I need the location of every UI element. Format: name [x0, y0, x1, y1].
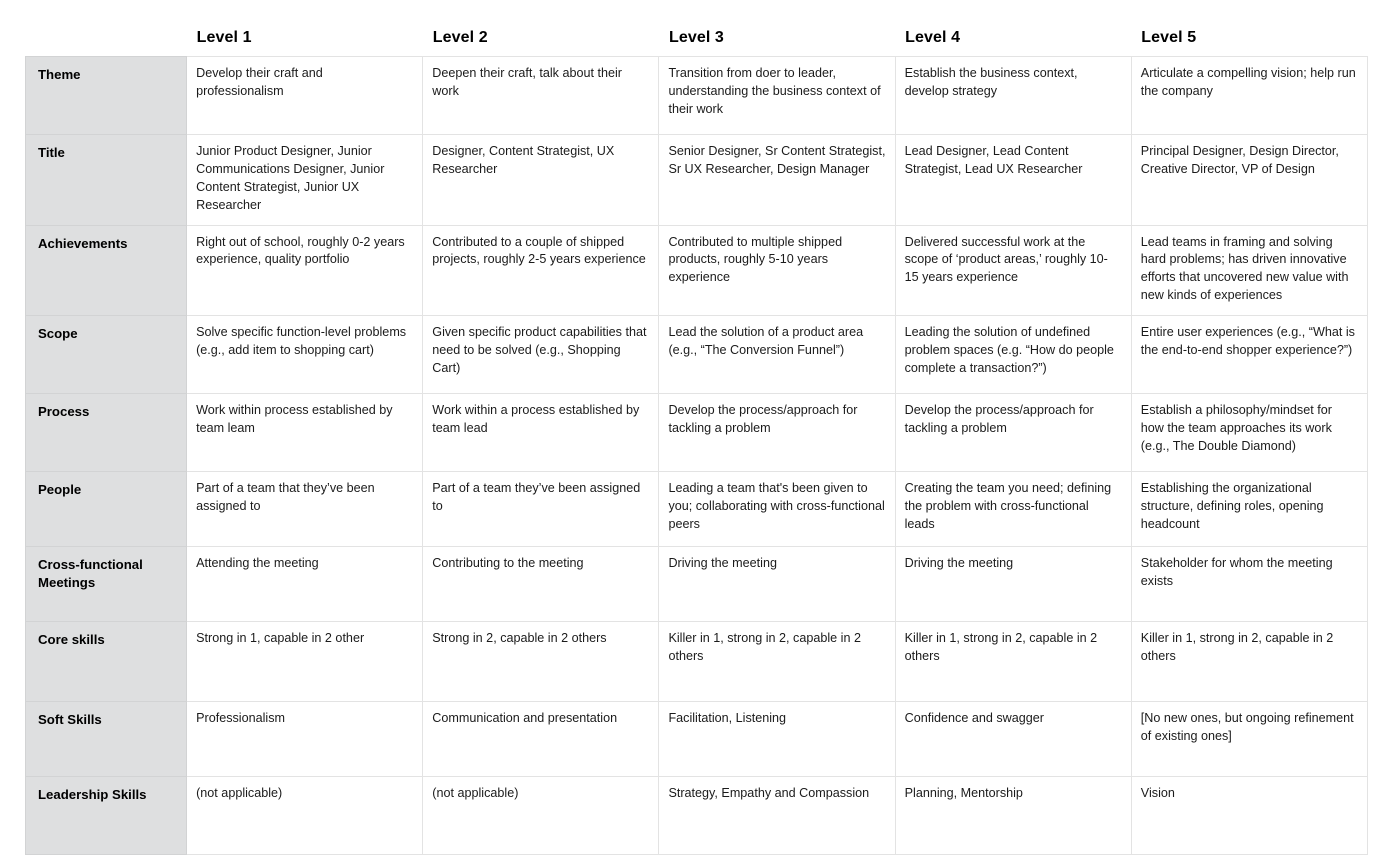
row-label-achievements: Achievements [24, 224, 188, 316]
cell-process-level-2: Work within a process established by tea… [422, 393, 660, 472]
cell-achievements-level-3: Contributed to multiple shipped products… [658, 224, 896, 316]
cell-soft-skills-level-5: [No new ones, but ongoing refinement of … [1130, 701, 1369, 777]
cell-theme-level-5: Articulate a compelling vision; help run… [1130, 56, 1369, 135]
cell-theme-level-2: Deepen their craft, talk about their wor… [422, 56, 660, 135]
cell-soft-skills-level-4: Confidence and swagger [894, 701, 1132, 777]
career-matrix-sheet: Level 1 Level 2 Level 3 Level 4 Level 5 … [24, 0, 1369, 855]
cell-people-level-1: Part of a team that they’ve been assigne… [186, 471, 424, 547]
cell-core-skills-level-4: Killer in 1, strong in 2, capable in 2 o… [894, 621, 1132, 702]
cell-leadership-skills-level-5: Vision [1130, 776, 1369, 855]
cell-title-level-2: Designer, Content Strategist, UX Researc… [422, 134, 660, 226]
column-header-level-1: Level 1 [186, 0, 423, 57]
row-label-title: Title [24, 134, 188, 226]
cell-meetings-level-3: Driving the meeting [658, 546, 896, 622]
cell-meetings-level-5: Stakeholder for whom the meeting exists [1130, 546, 1369, 622]
row-label-leadership-skills: Leadership Skills [24, 776, 188, 855]
cell-soft-skills-level-3: Facilitation, Listening [658, 701, 896, 777]
cell-people-level-2: Part of a team they’ve been assigned to [422, 471, 660, 547]
cell-achievements-level-5: Lead teams in framing and solving hard p… [1130, 224, 1369, 316]
cell-people-level-3: Leading a team that's been given to you;… [658, 471, 896, 547]
cell-process-level-3: Develop the process/approach for tacklin… [658, 393, 896, 472]
header-row: Level 1 Level 2 Level 3 Level 4 Level 5 [25, 0, 1368, 57]
table-corner-cell [25, 0, 187, 57]
cell-meetings-level-4: Driving the meeting [894, 546, 1132, 622]
row-label-scope: Scope [24, 315, 188, 394]
cell-leadership-skills-level-4: Planning, Mentorship [894, 776, 1132, 855]
cell-scope-level-2: Given specific product capabilities that… [422, 315, 660, 394]
cell-core-skills-level-3: Killer in 1, strong in 2, capable in 2 o… [658, 621, 896, 702]
cell-meetings-level-2: Contributing to the meeting [422, 546, 660, 622]
cell-soft-skills-level-2: Communication and presentation [422, 701, 660, 777]
cell-scope-level-5: Entire user experiences (e.g., “What is … [1130, 315, 1369, 394]
cell-scope-level-1: Solve specific function-level problems (… [186, 315, 424, 394]
cell-leadership-skills-level-1: (not applicable) [186, 776, 424, 855]
cell-leadership-skills-level-2: (not applicable) [422, 776, 660, 855]
column-header-level-2: Level 2 [422, 0, 659, 57]
cell-soft-skills-level-1: Professionalism [186, 701, 424, 777]
table-row: Title Junior Product Designer, Junior Co… [24, 134, 1369, 226]
row-label-people: People [24, 471, 188, 547]
row-label-theme: Theme [24, 56, 188, 135]
cell-scope-level-4: Leading the solution of undefined proble… [894, 315, 1132, 394]
table-row: Scope Solve specific function-level prob… [24, 315, 1369, 394]
cell-meetings-level-1: Attending the meeting [186, 546, 424, 622]
column-header-level-5: Level 5 [1131, 0, 1368, 57]
cell-core-skills-level-1: Strong in 1, capable in 2 other [186, 621, 424, 702]
cell-process-level-5: Establish a philosophy/mindset for how t… [1130, 393, 1369, 472]
table-header: Level 1 Level 2 Level 3 Level 4 Level 5 [25, 0, 1368, 57]
cell-process-level-4: Develop the process/approach for tacklin… [894, 393, 1132, 472]
table-row: Achievements Right out of school, roughl… [24, 224, 1369, 316]
cell-core-skills-level-5: Killer in 1, strong in 2, capable in 2 o… [1130, 621, 1369, 702]
table-body: Theme Develop their craft and profession… [24, 56, 1369, 855]
cell-scope-level-3: Lead the solution of a product area (e.g… [658, 315, 896, 394]
table-row: Leadership Skills (not applicable) (not … [24, 776, 1369, 855]
cell-people-level-5: Establishing the organizational structur… [1130, 471, 1369, 547]
cell-title-level-1: Junior Product Designer, Junior Communic… [186, 134, 424, 226]
cell-theme-level-4: Establish the business context, develop … [894, 56, 1132, 135]
column-header-level-4: Level 4 [895, 0, 1132, 57]
row-label-process: Process [24, 393, 188, 472]
career-levels-table: Level 1 Level 2 Level 3 Level 4 Level 5 … [24, 0, 1369, 855]
cell-core-skills-level-2: Strong in 2, capable in 2 others [422, 621, 660, 702]
cell-achievements-level-2: Contributed to a couple of shipped proje… [422, 224, 660, 316]
cell-theme-level-3: Transition from doer to leader, understa… [658, 56, 896, 135]
table-row: Cross-functional Meetings Attending the … [24, 546, 1369, 622]
cell-title-level-3: Senior Designer, Sr Content Strategist, … [658, 134, 896, 226]
cell-leadership-skills-level-3: Strategy, Empathy and Compassion [658, 776, 896, 855]
cell-process-level-1: Work within process established by team … [186, 393, 424, 472]
cell-achievements-level-1: Right out of school, roughly 0-2 years e… [186, 224, 424, 316]
table-row: People Part of a team that they’ve been … [24, 471, 1369, 547]
table-row: Soft Skills Professionalism Communicatio… [24, 701, 1369, 777]
table-row: Theme Develop their craft and profession… [24, 56, 1369, 135]
row-label-soft-skills: Soft Skills [24, 701, 188, 777]
cell-theme-level-1: Develop their craft and professionalism [186, 56, 424, 135]
row-label-core-skills: Core skills [24, 621, 188, 702]
column-header-level-3: Level 3 [658, 0, 896, 57]
table-row: Process Work within process established … [24, 393, 1369, 472]
row-label-cross-functional-meetings: Cross-functional Meetings [24, 546, 188, 622]
cell-achievements-level-4: Delivered successful work at the scope o… [894, 224, 1132, 316]
cell-title-level-5: Principal Designer, Design Director, Cre… [1130, 134, 1369, 226]
cell-title-level-4: Lead Designer, Lead Content Strategist, … [894, 134, 1132, 226]
table-row: Core skills Strong in 1, capable in 2 ot… [24, 621, 1369, 702]
cell-people-level-4: Creating the team you need; defining the… [894, 471, 1132, 547]
